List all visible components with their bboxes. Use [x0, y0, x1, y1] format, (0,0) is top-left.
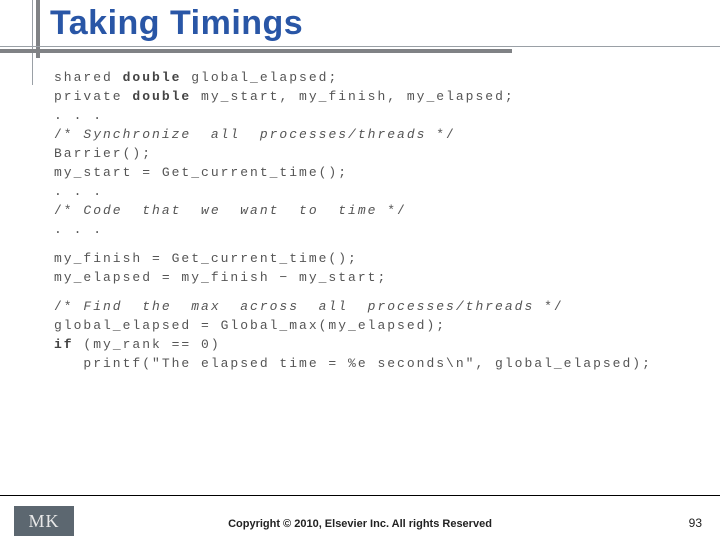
code-line: shared double global_elapsed;	[54, 68, 694, 87]
code-line: private double my_start, my_finish, my_e…	[54, 87, 694, 106]
code-line: . . .	[54, 182, 694, 201]
code-line: /* Code that we want to time */	[54, 201, 694, 220]
code-line: . . .	[54, 106, 694, 125]
slide-title: Taking Timings	[50, 4, 303, 43]
copyright-text: Copyright © 2010, Elsevier Inc. All righ…	[0, 518, 720, 530]
decor-hline-thick	[0, 49, 512, 53]
slide: Taking Timings shared double global_elap…	[0, 0, 720, 540]
code-line: global_elapsed = Global_max(my_elapsed);	[54, 316, 694, 335]
code-line: /* Find the max across all processes/thr…	[54, 297, 694, 316]
code-line: my_elapsed = my_finish − my_start;	[54, 268, 694, 287]
code-line: Barrier();	[54, 144, 694, 163]
page-number: 93	[689, 516, 702, 530]
decor-hline-thin	[0, 46, 720, 47]
code-line: . . .	[54, 220, 694, 239]
code-line: /* Synchronize all processes/threads */	[54, 125, 694, 144]
code-line: my_start = Get_current_time();	[54, 163, 694, 182]
code-line: my_finish = Get_current_time();	[54, 249, 694, 268]
decor-vline-thin	[32, 0, 33, 85]
code-block: shared double global_elapsed; private do…	[54, 68, 694, 373]
footer: MK Copyright © 2010, Elsevier Inc. All r…	[0, 496, 720, 540]
code-line: if (my_rank == 0)	[54, 335, 694, 354]
code-line: printf("The elapsed time = %e seconds\n"…	[54, 354, 694, 373]
title-area: Taking Timings	[0, 0, 720, 60]
